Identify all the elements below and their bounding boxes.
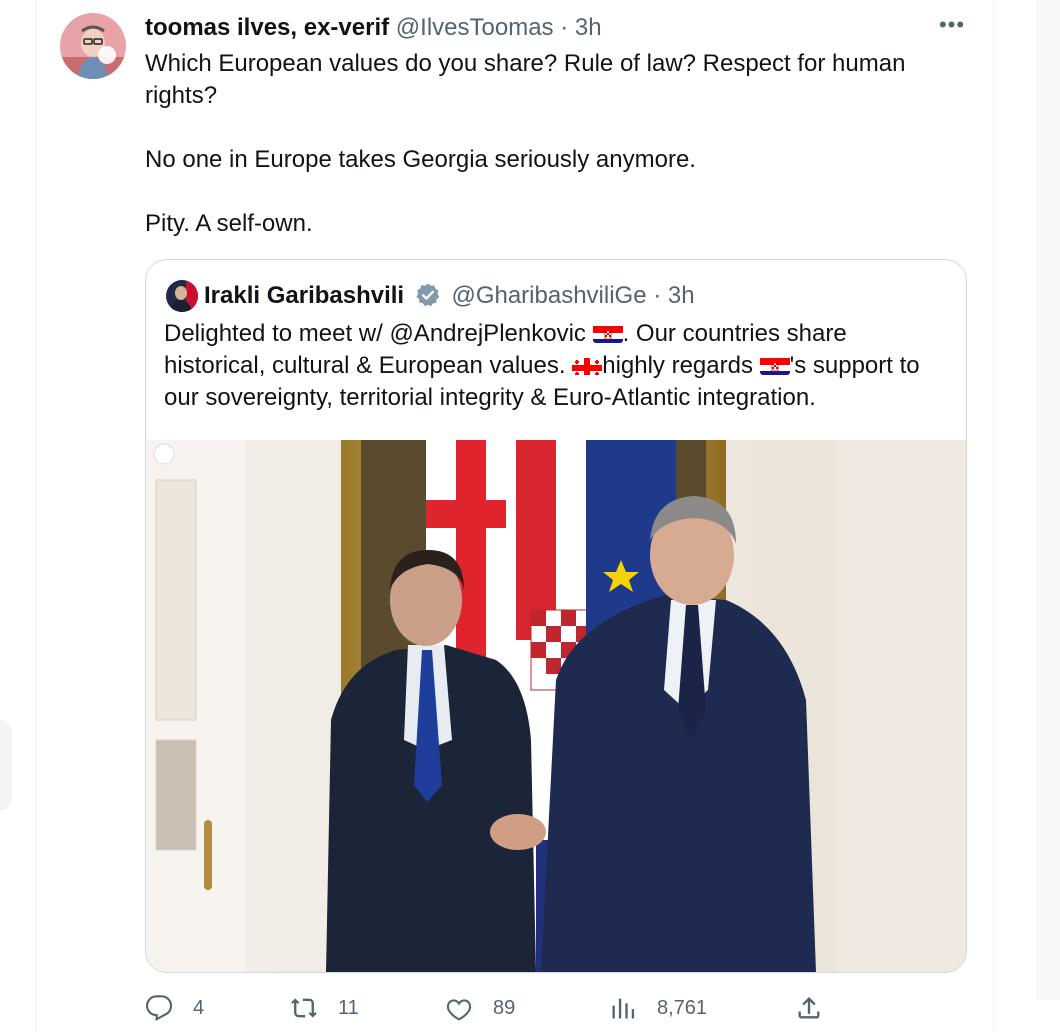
- tweet-paragraph: Which European values do you share? Rule…: [145, 50, 906, 109]
- quoted-tweet[interactable]: Irakli Garibashvili @GharibashviliGe · 3…: [145, 259, 967, 973]
- repost-button[interactable]: 11: [290, 990, 359, 1026]
- quoted-media-photo[interactable]: [146, 440, 966, 972]
- author-avatar[interactable]: [60, 13, 126, 79]
- georgia-flag-icon: [572, 355, 603, 375]
- tweet-header: toomas ilves, ex-verif @IlvesToomas · 3h: [145, 13, 602, 43]
- separator-dot: ·: [560, 14, 569, 41]
- reply-button[interactable]: 4: [145, 990, 204, 1026]
- tweet-text: Which European values do you share? Rule…: [145, 48, 945, 240]
- author-handle[interactable]: @IlvesToomas: [396, 14, 554, 41]
- like-count: 89: [493, 996, 516, 1019]
- quoted-text-part: highly regards: [602, 352, 760, 379]
- tweet-actions: 4 11 89 8,761: [145, 990, 965, 1026]
- like-button[interactable]: 89: [445, 990, 515, 1026]
- repost-count: 11: [338, 996, 359, 1019]
- left-edge-tab: [0, 720, 12, 810]
- repost-icon: [291, 998, 317, 1018]
- tweet-paragraph: Pity. A self-own.: [145, 210, 313, 237]
- tweet-time[interactable]: 3h: [575, 14, 602, 41]
- quoted-header: Irakli Garibashvili @GharibashviliGe · 3…: [204, 280, 695, 312]
- croatia-flag-icon: [759, 355, 790, 375]
- quoted-author-handle[interactable]: @GharibashviliGe: [451, 282, 646, 309]
- quoted-text: Delighted to meet w/ @AndrejPlenkovic . …: [164, 318, 954, 414]
- views-count: 8,761: [657, 996, 708, 1019]
- reply-icon: [145, 995, 173, 1021]
- author-name[interactable]: toomas ilves, ex-verif: [145, 14, 389, 41]
- share-icon: [798, 997, 820, 1019]
- share-button[interactable]: [795, 990, 823, 1026]
- quoted-author-avatar[interactable]: [166, 280, 198, 312]
- reply-count: 4: [193, 996, 205, 1019]
- like-icon: [446, 999, 472, 1021]
- more-icon[interactable]: •••: [935, 14, 969, 44]
- verified-icon: [415, 282, 441, 308]
- quoted-time[interactable]: 3h: [668, 282, 695, 309]
- croatia-flag-icon: [592, 323, 623, 343]
- views-button[interactable]: 8,761: [609, 990, 707, 1026]
- quoted-author-name[interactable]: Irakli Garibashvili: [204, 282, 404, 309]
- right-scroll-rail[interactable]: [1037, 0, 1060, 1000]
- quoted-text-part: Delighted to meet w/ @AndrejPlenkovic: [164, 320, 593, 347]
- separator-dot: ·: [653, 282, 662, 309]
- views-icon: [612, 998, 635, 1019]
- tweet-paragraph: No one in Europe takes Georgia seriously…: [145, 146, 696, 173]
